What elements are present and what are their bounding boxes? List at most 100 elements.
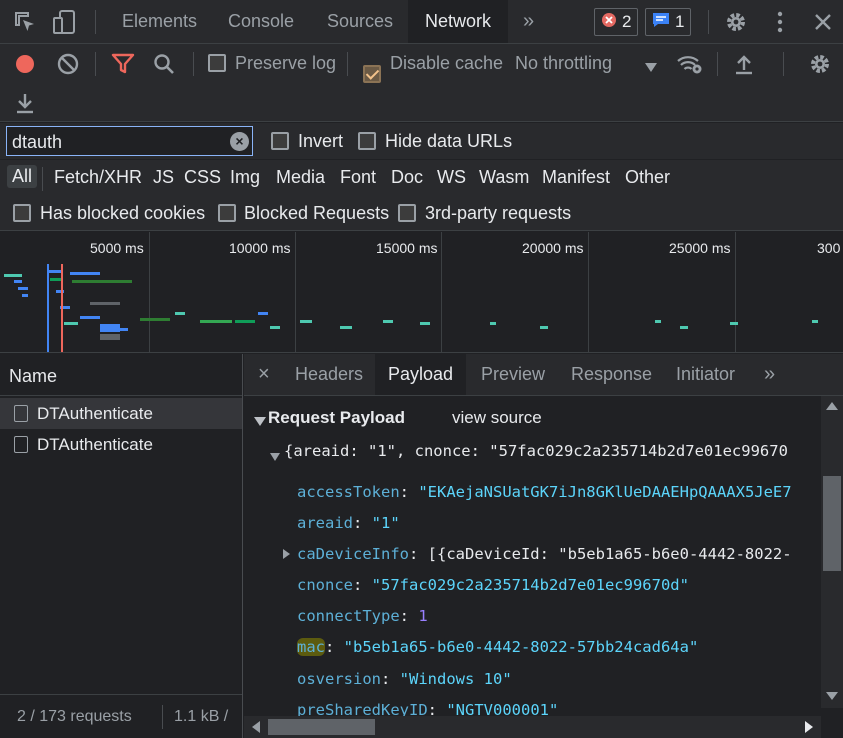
tab-initiator[interactable]: Initiator (676, 354, 735, 395)
dom-content-loaded-marker (47, 264, 49, 352)
device-toolbar-icon[interactable] (52, 10, 76, 34)
filter-icon[interactable] (111, 53, 135, 80)
inspect-element-icon[interactable] (13, 10, 37, 34)
request-count: 2 / 173 requests (17, 707, 132, 725)
message-icon (652, 12, 670, 33)
close-icon[interactable] (811, 10, 835, 34)
hide-data-urls-checkbox[interactable] (358, 132, 376, 150)
payload-field-connecttype[interactable]: connectType: 1 (297, 602, 428, 630)
document-icon (14, 405, 28, 422)
messages-badge[interactable]: 1 (645, 8, 692, 36)
network-overview-timeline[interactable]: 5000 ms 10000 ms 15000 ms 20000 ms 25000… (0, 232, 843, 353)
payload-value: [{caDeviceId: "b5eb1a65-b6e0-4442-8022- (427, 545, 792, 563)
more-options-icon[interactable] (768, 10, 792, 34)
filter-type-doc[interactable]: Doc (391, 167, 423, 188)
name-column-header[interactable]: Name (0, 354, 242, 396)
collapse-arrow-icon[interactable] (254, 412, 266, 432)
filter-type-wasm[interactable]: Wasm (479, 167, 529, 188)
payload-field-mac[interactable]: mac: "b5eb1a65-b6e0-4442-8022-57bb24cad6… (297, 633, 698, 661)
view-source-link[interactable]: view source (452, 408, 542, 428)
vertical-scrollbar[interactable] (821, 396, 843, 708)
timeline-tick-label: 25000 ms (669, 240, 731, 256)
dropdown-arrow-icon[interactable] (645, 58, 657, 78)
clear-icon[interactable] (57, 53, 79, 80)
payload-field-cnonce[interactable]: cnonce: "57fac029c2a235714b2d7e01ec99670… (297, 571, 689, 599)
tab-payload[interactable]: Payload (375, 354, 467, 395)
payload-object-summary[interactable]: {areaid: "1", cnonce: "57fac029c2a235714… (284, 437, 788, 465)
third-party-requests-checkbox[interactable] (398, 204, 416, 222)
payload-field-presharedkeyid[interactable]: preSharedKeyID: "NGTV000001" (297, 696, 558, 716)
document-icon (14, 436, 28, 453)
blocked-requests-label: Blocked Requests (244, 203, 390, 223)
payload-field-cadeviceinfo[interactable]: caDeviceInfo: [{caDeviceId: "b5eb1a65-b6… (283, 540, 792, 568)
invert-checkbox[interactable] (271, 132, 289, 150)
network-toolbar: Preserve log Disable cache No throttling (0, 44, 843, 84)
has-blocked-cookies-label: Has blocked cookies (40, 203, 206, 223)
settings-gear-icon[interactable] (724, 10, 748, 34)
detail-tabs: × Headers Payload Preview Response Initi… (244, 354, 843, 396)
request-name: DTAuthenticate (37, 403, 153, 423)
devtools-tabbar: Elements Console Sources Network » 2 1 (0, 0, 843, 44)
has-blocked-cookies-checkbox[interactable] (13, 204, 31, 222)
export-har-icon[interactable] (15, 92, 35, 119)
errors-badge[interactable]: 2 (594, 8, 639, 36)
disable-cache-checkbox[interactable] (363, 65, 381, 83)
throttling-select[interactable]: No throttling (515, 53, 612, 74)
filter-type-js[interactable]: JS (153, 167, 174, 188)
hide-data-urls-label: Hide data URLs (385, 131, 513, 151)
payload-key: cnonce (297, 576, 353, 594)
request-row[interactable]: DTAuthenticate (0, 429, 242, 460)
tab-preview[interactable]: Preview (481, 354, 545, 395)
transferred-size: 1.1 kB / (174, 707, 229, 725)
request-detail-panel: × Headers Payload Preview Response Initi… (244, 354, 843, 738)
tab-response[interactable]: Response (571, 354, 652, 395)
filter-type-ws[interactable]: WS (437, 167, 466, 188)
filter-input[interactable]: dtauth × (6, 126, 253, 156)
filter-type-other[interactable]: Other (625, 167, 670, 188)
payload-key: areaid (297, 514, 353, 532)
filter-bar: dtauth × Invert Hide data URLs (0, 123, 843, 159)
horizontal-scrollbar[interactable] (244, 716, 821, 738)
blocked-filters: Has blocked cookies Blocked Requests 3rd… (0, 198, 843, 231)
network-settings-gear-icon[interactable] (808, 52, 832, 81)
filter-type-media[interactable]: Media (276, 167, 325, 188)
close-detail-icon[interactable]: × (258, 354, 270, 395)
messages-count: 1 (675, 12, 685, 31)
timeline-tick-label: 20000 ms (522, 240, 584, 256)
timeline-tick-label: 5000 ms (90, 240, 144, 256)
filter-type-all[interactable]: All (7, 165, 38, 188)
payload-value: "57fac029c2a235714b2d7e01ec99670d" (371, 576, 689, 594)
more-detail-tabs-icon[interactable]: » (764, 354, 775, 395)
preserve-log-checkbox[interactable] (208, 54, 226, 72)
payload-key: connectType (297, 607, 400, 625)
filter-type-css[interactable]: CSS (184, 167, 221, 188)
payload-key: accessToken (297, 483, 400, 501)
expand-object-arrow-icon[interactable] (270, 446, 280, 466)
tab-sources[interactable]: Sources (327, 0, 393, 43)
payload-value: "1" (371, 514, 400, 532)
record-icon[interactable] (15, 54, 35, 79)
expand-arrow-icon[interactable] (283, 549, 290, 559)
search-icon[interactable] (153, 53, 175, 80)
tab-console[interactable]: Console (228, 0, 294, 43)
import-har-icon[interactable] (734, 53, 754, 80)
payload-key: osversion (297, 670, 381, 688)
request-payload-title[interactable]: Request Payload (268, 408, 405, 428)
payload-field-osversion[interactable]: osversion: "Windows 10" (297, 665, 512, 693)
payload-field-areaid[interactable]: areaid: "1" (297, 509, 400, 537)
tab-elements[interactable]: Elements (122, 0, 197, 43)
blocked-requests-checkbox[interactable] (218, 204, 236, 222)
tab-headers[interactable]: Headers (295, 354, 363, 395)
filter-type-fetch-xhr[interactable]: Fetch/XHR (54, 167, 142, 188)
clear-filter-icon[interactable]: × (230, 132, 249, 151)
request-row[interactable]: DTAuthenticate (0, 398, 242, 429)
timeline-tick-label: 300 (817, 240, 841, 256)
filter-type-manifest[interactable]: Manifest (542, 167, 610, 188)
filter-type-img[interactable]: Img (230, 167, 260, 188)
network-conditions-icon[interactable] (676, 53, 704, 80)
more-tabs-icon[interactable]: » (523, 0, 534, 43)
tab-network[interactable]: Network (408, 0, 509, 43)
payload-field-accesstoken[interactable]: accessToken: "EKAejaNSUatGK7iJn8GKlUeDAA… (297, 478, 792, 506)
filter-type-font[interactable]: Font (340, 167, 376, 188)
payload-value: "NGTV000001" (446, 701, 559, 716)
